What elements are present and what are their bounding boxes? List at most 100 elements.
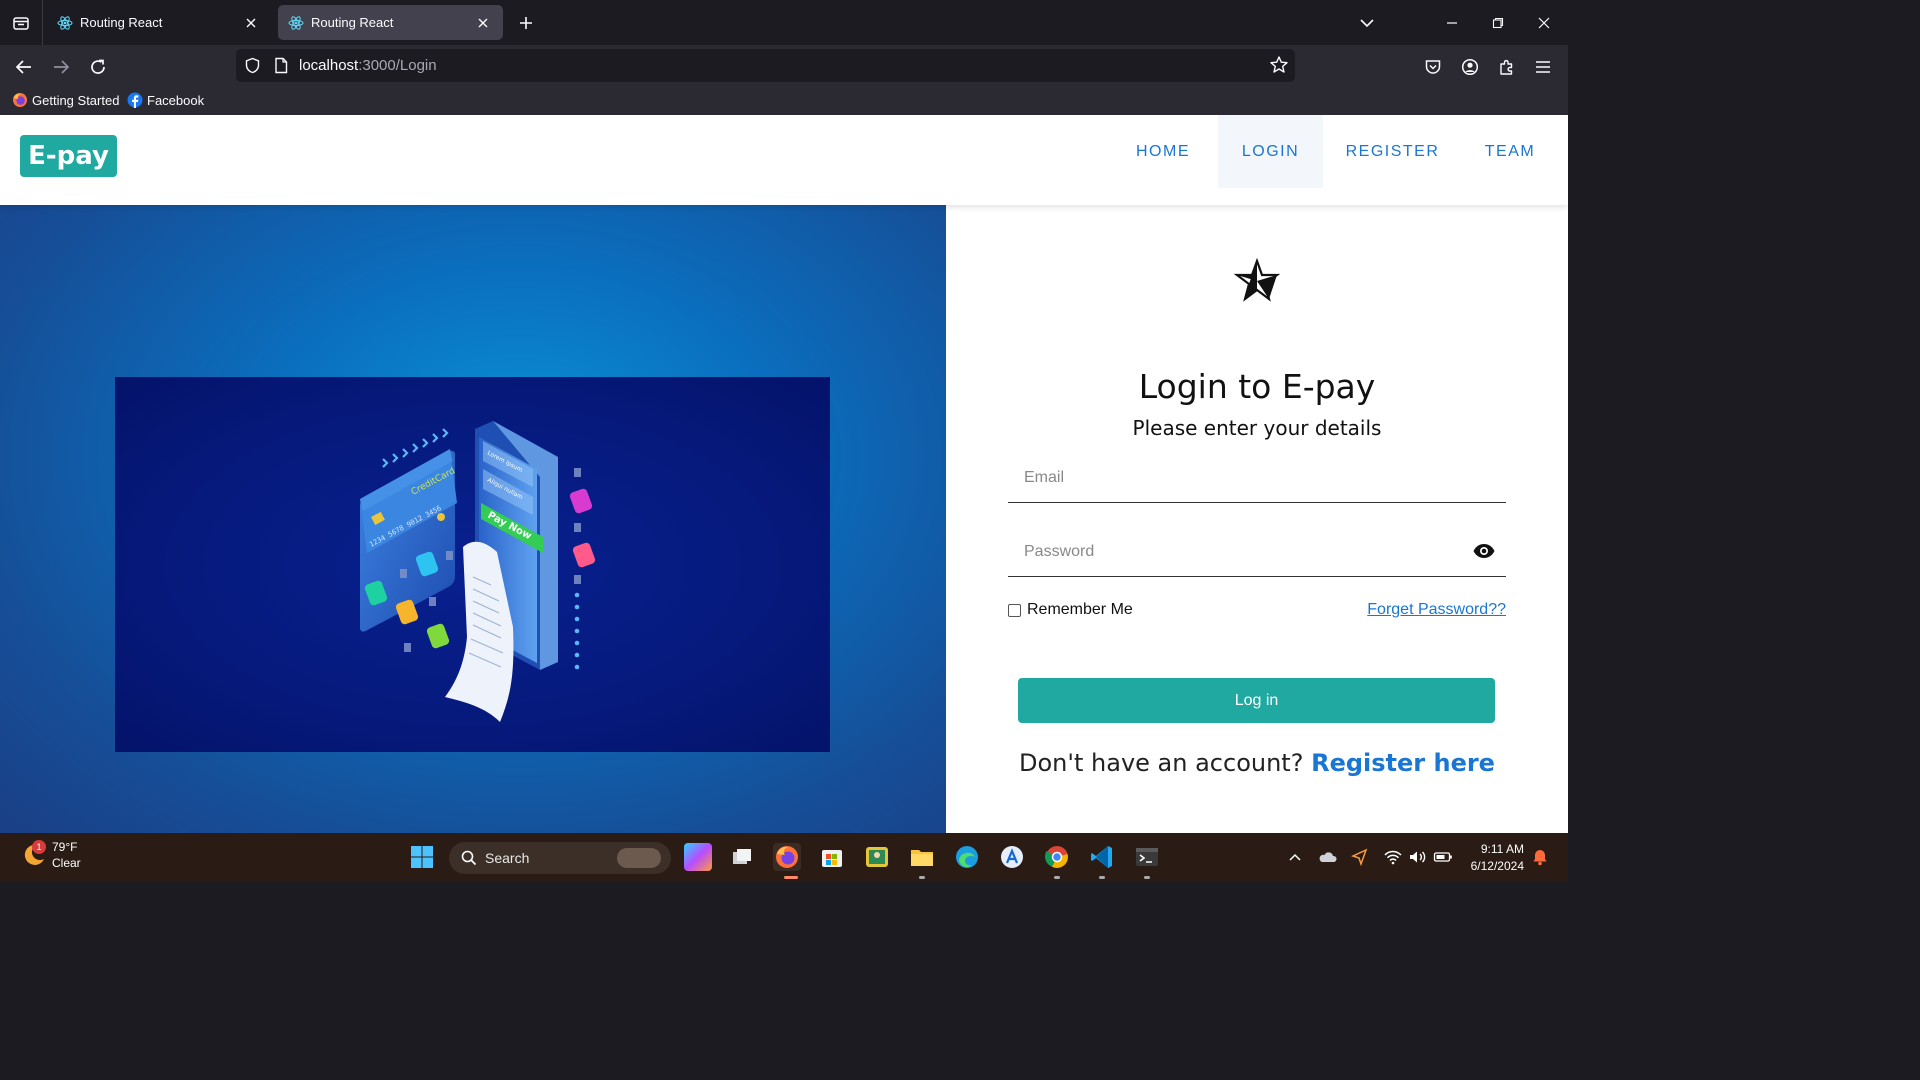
search-highlight-icon <box>617 848 661 868</box>
windows-start-icon[interactable] <box>408 843 436 871</box>
taskbar-search[interactable]: Search <box>449 842 671 874</box>
weather-condition: Clear <box>52 856 81 870</box>
browser-toolbar: localhost:3000/Login <box>0 45 1568 88</box>
close-tab-icon[interactable] <box>241 13 261 33</box>
back-arrow-icon[interactable] <box>9 52 39 82</box>
shield-icon[interactable] <box>244 57 261 79</box>
running-indicator <box>784 876 798 879</box>
clock-time: 9:11 AM <box>1480 842 1524 856</box>
moon-weather-icon: 1 <box>20 840 46 868</box>
nav-login[interactable]: LOGIN <box>1218 115 1323 188</box>
login-button[interactable]: Log in <box>1018 678 1495 723</box>
search-placeholder: Search <box>485 850 530 866</box>
tab-title: Routing React <box>80 15 163 30</box>
login-subtitle: Please enter your details <box>1132 416 1382 440</box>
email-placeholder: Email <box>1024 469 1065 486</box>
running-indicator <box>1144 876 1150 879</box>
photos-app-icon[interactable] <box>863 843 891 871</box>
running-indicator <box>1099 876 1105 879</box>
restore-icon[interactable] <box>1475 0 1521 45</box>
search-icon <box>461 850 477 866</box>
tab-list-icon[interactable] <box>0 0 43 45</box>
menu-hamburger-icon[interactable] <box>1528 52 1558 82</box>
hero-panel: CreditCard 1234 5678 9012 3456 Lorem ips… <box>0 205 946 833</box>
battery-icon[interactable] <box>1433 847 1453 867</box>
password-field[interactable]: Password <box>1008 529 1506 577</box>
chevron-up-icon[interactable] <box>1285 847 1305 867</box>
bookmark-facebook[interactable]: Facebook <box>127 92 204 108</box>
nav-register[interactable]: REGISTER <box>1330 115 1455 188</box>
microsoft-store-icon[interactable] <box>818 843 846 871</box>
email-field[interactable]: Email <box>1008 455 1506 503</box>
url-text[interactable]: localhost:3000/Login <box>299 57 437 74</box>
signup-prompt: Don't have an account? Register here <box>946 749 1568 777</box>
forgot-password-link[interactable]: Forget Password?? <box>1367 601 1506 619</box>
browser-tab-bar: Routing React Routing React <box>0 0 1568 45</box>
weather-widget[interactable]: 1 79°F Clear <box>20 839 81 871</box>
show-password-eye-icon[interactable] <box>1472 539 1496 563</box>
copilot-icon[interactable] <box>684 843 712 871</box>
bookmark-label: Getting Started <box>32 92 120 108</box>
task-view-icon[interactable] <box>728 843 756 871</box>
weather-temp: 79°F <box>52 840 78 854</box>
nav-home[interactable]: HOME <box>1109 115 1217 188</box>
close-tab-icon[interactable] <box>473 13 493 33</box>
reload-icon[interactable] <box>83 52 113 82</box>
extensions-icon[interactable] <box>1492 52 1522 82</box>
volume-icon[interactable] <box>1407 847 1427 867</box>
app-header: E-pay HOME LOGIN REGISTER TEAM <box>0 115 1568 205</box>
browser-tab-active[interactable]: Routing React <box>278 5 503 40</box>
pocket-icon[interactable] <box>1418 52 1448 82</box>
payment-illustration: CreditCard 1234 5678 9012 3456 Lorem ips… <box>115 377 830 752</box>
login-panel: Login to E-pay Please enter your details… <box>946 205 1568 833</box>
password-placeholder: Password <box>1024 543 1095 560</box>
url-path: :3000/Login <box>358 57 437 74</box>
wifi-icon[interactable] <box>1383 847 1403 867</box>
notification-bell-icon[interactable] <box>1530 847 1550 867</box>
nav-team[interactable]: TEAM <box>1465 115 1555 188</box>
running-indicator <box>919 876 925 879</box>
running-indicator <box>1054 876 1060 879</box>
firefox-taskbar-icon[interactable] <box>773 843 801 871</box>
onedrive-icon[interactable] <box>1318 847 1338 867</box>
system-clock[interactable]: 9:11 AM 6/12/2024 <box>1471 841 1524 875</box>
edge-icon[interactable] <box>953 843 981 871</box>
url-host: localhost <box>299 57 359 74</box>
bookmark-getting-started[interactable]: Getting Started <box>12 92 119 108</box>
new-tab-icon[interactable] <box>513 10 539 36</box>
windows-taskbar: 1 79°F Clear Search 9:11 AM 6/12/2024 <box>0 833 1568 882</box>
weather-badge: 1 <box>32 840 46 854</box>
react-icon <box>288 15 304 31</box>
signup-prompt-text: Don't have an account? <box>1019 749 1304 777</box>
vscode-icon[interactable] <box>1088 843 1116 871</box>
address-bar[interactable]: localhost:3000/Login <box>236 49 1295 82</box>
page-icon[interactable] <box>274 57 288 79</box>
app-store-icon[interactable] <box>998 843 1026 871</box>
bookmarks-toolbar: Getting Started Facebook <box>0 88 1568 115</box>
react-icon <box>57 15 73 31</box>
close-window-icon[interactable] <box>1521 0 1567 45</box>
clock-date: 6/12/2024 <box>1470 859 1524 873</box>
firefox-icon <box>13 93 27 107</box>
login-title: Login to E-pay <box>1138 367 1376 406</box>
bookmark-star-icon[interactable] <box>1269 55 1289 80</box>
epay-logo[interactable]: E-pay <box>20 135 117 177</box>
location-icon[interactable] <box>1350 847 1370 867</box>
remember-me[interactable]: Remember Me <box>1008 601 1133 619</box>
web-page: E-pay HOME LOGIN REGISTER TEAM CreditCar… <box>0 115 1568 833</box>
remember-me-checkbox[interactable] <box>1008 603 1021 617</box>
nautical-star-icon <box>1233 257 1281 302</box>
browser-tab[interactable]: Routing React <box>47 5 271 40</box>
tab-title: Routing React <box>311 15 394 30</box>
bookmark-label: Facebook <box>147 92 205 108</box>
account-icon[interactable] <box>1455 52 1485 82</box>
chrome-icon[interactable] <box>1043 843 1071 871</box>
remember-me-label: Remember Me <box>1027 601 1133 618</box>
facebook-icon <box>127 92 143 108</box>
minimize-icon[interactable] <box>1429 0 1475 45</box>
list-all-tabs-icon[interactable] <box>1344 0 1390 45</box>
file-explorer-icon[interactable] <box>908 843 936 871</box>
forward-arrow-icon[interactable] <box>46 52 76 82</box>
register-here-link[interactable]: Register here <box>1311 749 1495 777</box>
terminal-icon[interactable] <box>1133 843 1161 871</box>
